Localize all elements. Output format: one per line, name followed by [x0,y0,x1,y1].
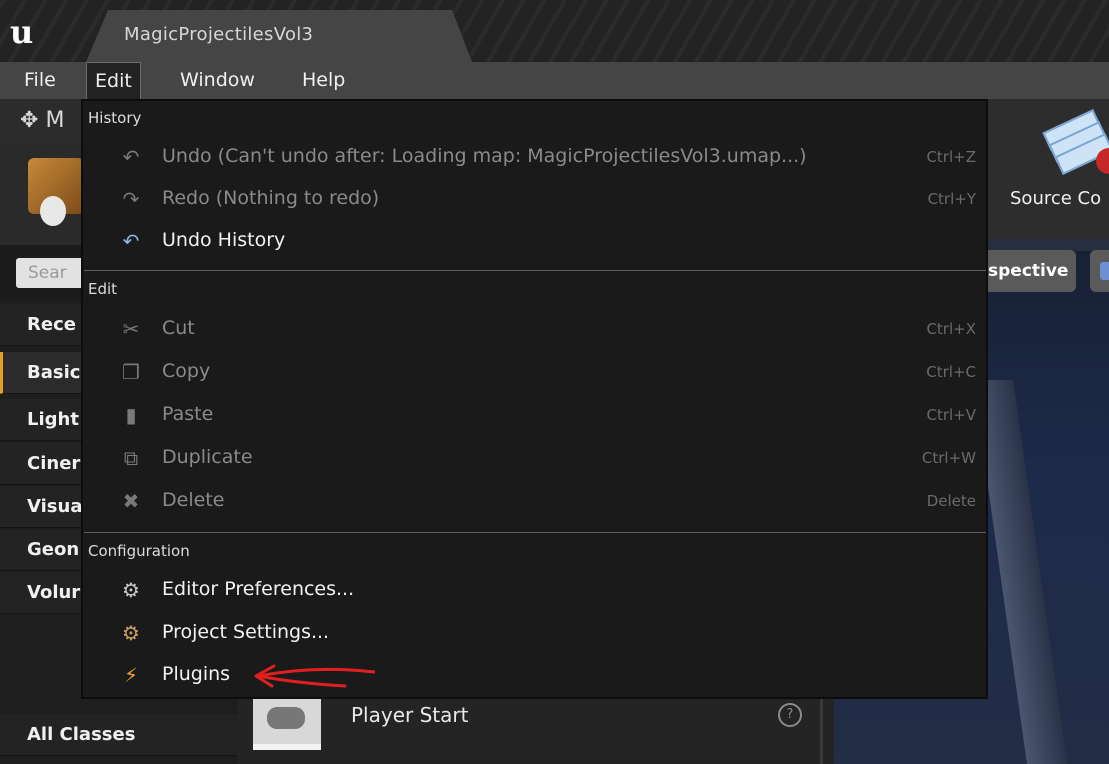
undo-icon: ↶ [122,145,140,169]
player-start-label[interactable]: Player Start [351,703,468,727]
category-all-classes[interactable]: All Classes [0,714,238,756]
menu-window[interactable]: Window [172,62,263,99]
undo-history-icon: ↶ [122,229,140,253]
menu-help[interactable]: Help [294,62,353,99]
shortcut-cut: Ctrl+X [926,320,976,338]
unreal-logo-icon[interactable]: u [10,14,50,50]
lightbulb-icon [40,196,66,226]
delete-icon: ✖ [122,489,140,513]
menu-item-redo[interactable]: ↷ Redo (Nothing to redo) Ctrl+Y [118,179,984,219]
source-control-button[interactable]: Source Co [1010,188,1101,209]
tab-project-label: MagicProjectilesVol3 [124,24,314,45]
menu-item-undo-history-label: Undo History [162,229,286,251]
shortcut-paste: Ctrl+V [926,406,976,424]
shortcut-redo: Ctrl+Y [927,190,976,208]
menu-item-editor-preferences[interactable]: ⚙ Editor Preferences... [118,570,984,610]
menu-item-undo-history[interactable]: ↶ Undo History [118,221,984,261]
lit-mode-icon[interactable] [1090,250,1109,292]
menu-bar: File Edit Window Help [0,62,1109,99]
menu-item-paste[interactable]: ▮ Paste Ctrl+V [118,395,984,435]
no-entry-icon [1096,148,1109,174]
shortcut-delete: Delete [926,492,976,510]
project-settings-icon: ⚙ [122,621,140,645]
section-configuration-title: Configuration [88,542,190,560]
scissors-icon: ✂ [122,317,140,341]
menu-file[interactable]: File [16,62,64,99]
modes-icon: ✥ M [20,108,65,133]
menu-divider [84,532,986,533]
menu-item-duplicate-label: Duplicate [162,446,253,468]
menu-item-paste-label: Paste [162,403,214,425]
tab-project[interactable]: MagicProjectilesVol3 [86,10,472,62]
plugin-icon: ⚡ [123,663,139,687]
section-edit-title: Edit [88,280,118,298]
menu-item-copy-label: Copy [162,360,211,382]
menu-item-cut-label: Cut [162,317,195,339]
section-history-title: History [88,109,142,127]
modes-header-label: M [45,108,65,133]
menu-item-duplicate[interactable]: ⧉ Duplicate Ctrl+W [118,438,984,478]
menu-item-plugins-label: Plugins [162,663,231,685]
menu-item-undo[interactable]: ↶ Undo (Can't undo after: Loading map: M… [118,137,984,177]
shortcut-copy: Ctrl+C [926,363,976,381]
player-start-underline [253,744,321,750]
menu-item-undo-label: Undo (Can't undo after: Loading map: Mag… [162,145,807,167]
menu-divider [84,270,986,271]
menu-item-project-settings-label: Project Settings... [162,621,330,643]
redo-icon: ↷ [122,187,140,211]
annotation-arrow-icon [254,664,375,688]
source-control-icon[interactable] [1040,109,1109,175]
shortcut-duplicate: Ctrl+W [921,449,976,467]
menu-item-project-settings[interactable]: ⚙ Project Settings... [118,613,984,653]
shortcut-undo: Ctrl+Z [926,148,976,166]
player-start-icon[interactable] [253,695,321,750]
menu-item-delete-label: Delete [162,489,225,511]
copy-icon: ❐ [122,360,140,384]
menu-item-copy[interactable]: ❐ Copy Ctrl+C [118,352,984,392]
help-icon[interactable]: ? [778,703,802,727]
paste-icon: ▮ [125,403,137,427]
menu-edit[interactable]: Edit [86,62,141,99]
perspective-button[interactable]: spective [984,250,1076,292]
menu-item-delete[interactable]: ✖ Delete Delete [118,481,984,521]
menu-item-cut[interactable]: ✂ Cut Ctrl+X [118,309,984,349]
menu-item-redo-label: Redo (Nothing to redo) [162,187,380,209]
editor-preferences-icon: ⚙ [122,578,140,602]
gamepad-icon [267,707,305,729]
menu-item-plugins[interactable]: ⚡ Plugins [118,655,984,695]
duplicate-icon: ⧉ [123,446,139,470]
menu-item-editor-preferences-label: Editor Preferences... [162,578,355,600]
